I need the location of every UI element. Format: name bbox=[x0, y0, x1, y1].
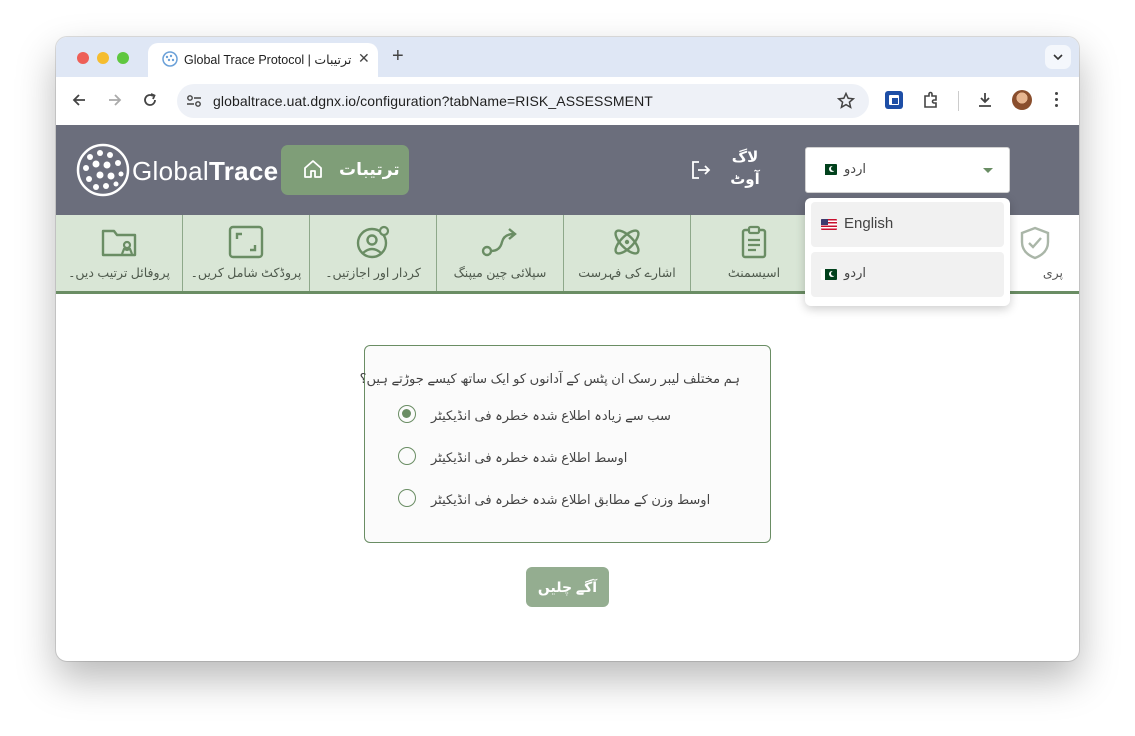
browser-menu-icon[interactable] bbox=[1055, 92, 1058, 107]
radio-highest-risk[interactable] bbox=[398, 405, 416, 423]
bookmark-star-icon[interactable] bbox=[837, 92, 855, 110]
caret-down-icon bbox=[983, 168, 993, 173]
tab-search-button[interactable] bbox=[1045, 45, 1071, 69]
site-info-icon[interactable] bbox=[186, 94, 202, 108]
language-option-label: اردو bbox=[844, 265, 866, 280]
tab-label: سپلائی چین میپنگ bbox=[453, 266, 547, 280]
home-icon bbox=[304, 160, 322, 178]
tab-label: اشارے کی فہرست bbox=[578, 266, 676, 280]
next-button[interactable]: آگے چلیں bbox=[526, 567, 609, 607]
tab-roles-permissions[interactable]: کردار اور اجازتیں۔ bbox=[310, 215, 437, 291]
option-label: اوسط وزن کے مطابق اطلاع شدہ خطرہ فی انڈی… bbox=[431, 492, 711, 507]
maximize-window-button[interactable] bbox=[117, 52, 129, 64]
close-window-button[interactable] bbox=[77, 52, 89, 64]
tab-label: کردار اور اجازتیں۔ bbox=[325, 266, 421, 280]
tab-strip: Global Trace Protocol | ترتیبات ✕ + bbox=[56, 37, 1079, 77]
browser-toolbar: globaltrace.uat.dgnx.io/configuration?ta… bbox=[56, 77, 1079, 126]
tab-close-icon[interactable]: ✕ bbox=[358, 50, 370, 67]
globaltrace-logo-icon bbox=[76, 143, 130, 197]
radio-average-risk[interactable] bbox=[398, 447, 416, 465]
folder-user-icon bbox=[101, 229, 137, 257]
browser-window: Global Trace Protocol | ترتیبات ✕ + glob… bbox=[56, 37, 1079, 661]
settings-button[interactable]: ترتیبات bbox=[281, 145, 409, 195]
pk-flag-icon bbox=[821, 164, 837, 175]
tab-profile-setup[interactable]: پروفائل ترتیب دیں۔ bbox=[56, 215, 183, 291]
browser-tab[interactable]: Global Trace Protocol | ترتیبات ✕ bbox=[148, 43, 378, 77]
address-bar[interactable]: globaltrace.uat.dgnx.io/configuration?ta… bbox=[177, 84, 869, 118]
puzzle-extensions-icon[interactable] bbox=[922, 91, 940, 109]
chevron-down-icon bbox=[1053, 54, 1063, 61]
language-option-label: English bbox=[844, 215, 894, 232]
logo-wordmark: GlobalTrace bbox=[132, 156, 279, 186]
us-flag-icon bbox=[821, 219, 837, 230]
tab-label: پروڈکٹ شامل کریں۔ bbox=[190, 266, 302, 280]
shield-check-icon bbox=[1020, 226, 1050, 260]
option-label: اوسط اطلاع شدہ خطرہ فی انڈیکیٹر bbox=[431, 450, 628, 465]
user-gear-icon bbox=[356, 225, 390, 259]
extension-icon[interactable] bbox=[885, 91, 903, 109]
route-icon bbox=[481, 228, 517, 257]
tab-supply-chain-mapping[interactable]: سپلائی چین میپنگ bbox=[437, 215, 564, 291]
clipboard-icon bbox=[741, 225, 767, 259]
globe-favicon-icon bbox=[162, 51, 178, 67]
language-option-urdu[interactable]: اردو bbox=[811, 252, 1004, 297]
tab-add-product[interactable]: پروڈکٹ شامل کریں۔ bbox=[183, 215, 310, 291]
back-arrow-icon[interactable] bbox=[70, 91, 88, 109]
settings-label: ترتیبات bbox=[339, 160, 400, 179]
url-text: globaltrace.uat.dgnx.io/configuration?ta… bbox=[213, 93, 653, 109]
pk-flag-icon bbox=[821, 269, 837, 280]
question-text: ہم مختلف لیبر رسک ان پٹس کے آدانوں کو ای… bbox=[359, 371, 740, 386]
language-option-english[interactable]: English bbox=[811, 202, 1004, 247]
language-selected-label: اردو bbox=[844, 161, 866, 176]
risk-aggregation-question-card: ہم مختلف لیبر رسک ان پٹس کے آدانوں کو ای… bbox=[360, 345, 771, 543]
download-icon[interactable] bbox=[976, 91, 994, 109]
tab-label: پروفائل ترتیب دیں۔ bbox=[68, 266, 170, 280]
tab-indicator-list[interactable]: اشارے کی فہرست bbox=[564, 215, 691, 291]
reload-icon[interactable] bbox=[141, 91, 159, 109]
option-label: سب سے زیادہ اطلاع شدہ خطرہ فی انڈیکیٹر bbox=[431, 408, 671, 423]
radio-weighted-average-risk[interactable] bbox=[398, 489, 416, 507]
language-dropdown-menu: English اردو bbox=[805, 198, 1010, 306]
minimize-window-button[interactable] bbox=[97, 52, 109, 64]
new-tab-button[interactable]: + bbox=[392, 46, 404, 66]
language-select[interactable]: اردو bbox=[805, 147, 1010, 193]
tab-assessment[interactable]: اسیسمنٹ bbox=[691, 215, 818, 291]
tab-title: Global Trace Protocol | ترتیبات bbox=[184, 53, 352, 67]
forward-arrow-icon[interactable] bbox=[106, 91, 124, 109]
profile-avatar[interactable] bbox=[1012, 90, 1032, 110]
expand-frame-icon bbox=[228, 225, 264, 259]
logout-icon[interactable] bbox=[690, 159, 712, 181]
tab-label: اسیسمنٹ bbox=[727, 266, 781, 280]
tab-label: پری bbox=[1042, 266, 1063, 280]
logout-button[interactable]: لاگ آوٹ bbox=[728, 147, 762, 191]
atom-icon bbox=[614, 229, 640, 255]
toolbar-divider bbox=[958, 91, 959, 111]
